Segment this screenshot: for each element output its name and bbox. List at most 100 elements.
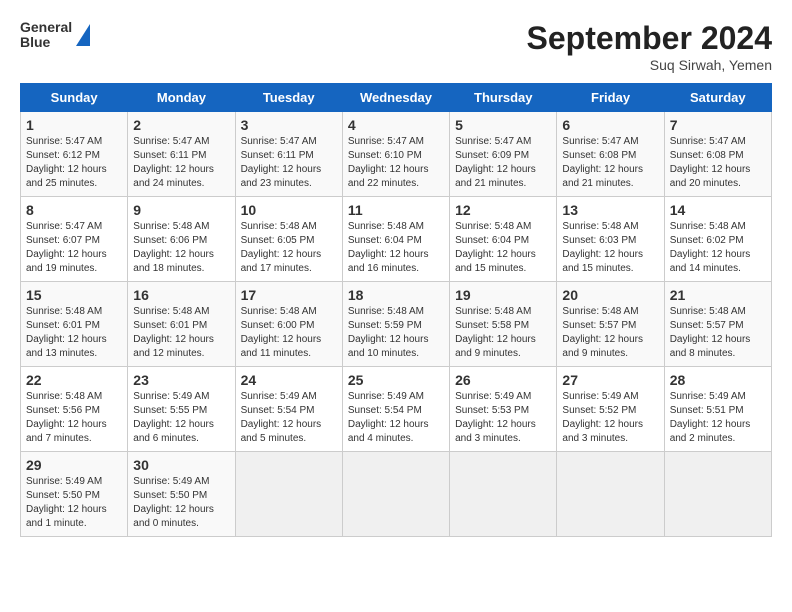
day-number: 16 (133, 287, 229, 303)
calendar-cell: 25 Sunrise: 5:49 AM Sunset: 5:54 PM Dayli… (342, 367, 449, 452)
day-info: Sunrise: 5:48 AM Sunset: 6:01 PM Dayligh… (26, 305, 122, 361)
calendar-cell: 5 Sunrise: 5:47 AM Sunset: 6:09 PM Daylig… (450, 112, 557, 197)
calendar-table: SundayMondayTuesdayWednesdayThursdayFrid… (20, 83, 772, 537)
day-number: 23 (133, 372, 229, 388)
calendar-cell: 21Sunrise: 5:48 AM Sunset: 5:57 PM Dayli… (664, 282, 771, 367)
calendar-cell: 2 Sunrise: 5:47 AM Sunset: 6:11 PM Daylig… (128, 112, 235, 197)
day-info: Sunrise: 5:48 AM Sunset: 6:04 PM Dayligh… (348, 220, 444, 276)
page-subtitle: Suq Sirwah, Yemen (527, 57, 772, 73)
calendar-cell: 27 Sunrise: 5:49 AM Sunset: 5:52 PM Dayli… (557, 367, 664, 452)
calendar-week-row: 22 Sunrise: 5:48 AM Sunset: 5:56 PM Dayli… (21, 367, 772, 452)
day-info: Sunrise: 5:49 AM Sunset: 5:50 PM Dayligh… (26, 475, 122, 531)
calendar-cell: 13 Sunrise: 5:48 AM Sunset: 6:03 PM Dayli… (557, 197, 664, 282)
day-info: Sunrise: 5:49 AM Sunset: 5:55 PM Dayligh… (133, 390, 229, 446)
day-number: 19 (455, 287, 551, 303)
day-info: Sunrise: 5:47 AM Sunset: 6:07 PM Dayligh… (26, 220, 122, 276)
day-number: 18 (348, 287, 444, 303)
day-info: Sunrise: 5:48 AM Sunset: 6:00 PM Dayligh… (241, 305, 337, 361)
day-number: 14 (670, 202, 766, 218)
day-info: Sunrise: 5:47 AM Sunset: 6:11 PM Dayligh… (241, 135, 337, 191)
logo-line2: Blue (20, 35, 72, 50)
calendar-week-row: 8Sunrise: 5:47 AM Sunset: 6:07 PM Daylig… (21, 197, 772, 282)
calendar-week-row: 1 Sunrise: 5:47 AM Sunset: 6:12 PM Daylig… (21, 112, 772, 197)
calendar-cell: 18Sunrise: 5:48 AM Sunset: 5:59 PM Dayli… (342, 282, 449, 367)
day-info: Sunrise: 5:47 AM Sunset: 6:11 PM Dayligh… (133, 135, 229, 191)
day-number: 29 (26, 457, 122, 473)
day-number: 13 (562, 202, 658, 218)
day-number: 28 (670, 372, 766, 388)
header-tuesday: Tuesday (235, 84, 342, 112)
calendar-cell: 26 Sunrise: 5:49 AM Sunset: 5:53 PM Dayli… (450, 367, 557, 452)
calendar-cell (235, 452, 342, 537)
day-number: 20 (562, 287, 658, 303)
calendar-cell: 14 Sunrise: 5:48 AM Sunset: 6:02 PM Dayli… (664, 197, 771, 282)
day-info: Sunrise: 5:48 AM Sunset: 6:01 PM Dayligh… (133, 305, 229, 361)
day-number: 4 (348, 117, 444, 133)
calendar-cell: 4Sunrise: 5:47 AM Sunset: 6:10 PM Daylig… (342, 112, 449, 197)
day-number: 5 (455, 117, 551, 133)
day-number: 26 (455, 372, 551, 388)
day-number: 11 (348, 202, 444, 218)
day-info: Sunrise: 5:49 AM Sunset: 5:53 PM Dayligh… (455, 390, 551, 446)
calendar-cell: 9 Sunrise: 5:48 AM Sunset: 6:06 PM Daylig… (128, 197, 235, 282)
logo: General Blue (20, 20, 90, 51)
day-number: 17 (241, 287, 337, 303)
logo-arrow-icon (76, 24, 90, 46)
day-number: 2 (133, 117, 229, 133)
calendar-cell: 6Sunrise: 5:47 AM Sunset: 6:08 PM Daylig… (557, 112, 664, 197)
day-info: Sunrise: 5:48 AM Sunset: 5:58 PM Dayligh… (455, 305, 551, 361)
day-info: Sunrise: 5:48 AM Sunset: 5:57 PM Dayligh… (670, 305, 766, 361)
day-number: 22 (26, 372, 122, 388)
calendar-cell: 30Sunrise: 5:49 AM Sunset: 5:50 PM Dayli… (128, 452, 235, 537)
calendar-cell (664, 452, 771, 537)
calendar-cell: 15 Sunrise: 5:48 AM Sunset: 6:01 PM Dayli… (21, 282, 128, 367)
calendar-cell (342, 452, 449, 537)
calendar-week-row: 29 Sunrise: 5:49 AM Sunset: 5:50 PM Dayli… (21, 452, 772, 537)
day-number: 12 (455, 202, 551, 218)
calendar-cell: 7 Sunrise: 5:47 AM Sunset: 6:08 PM Daylig… (664, 112, 771, 197)
page-title: September 2024 (527, 20, 772, 57)
day-info: Sunrise: 5:49 AM Sunset: 5:54 PM Dayligh… (348, 390, 444, 446)
calendar-cell: 17 Sunrise: 5:48 AM Sunset: 6:00 PM Dayli… (235, 282, 342, 367)
day-number: 15 (26, 287, 122, 303)
day-info: Sunrise: 5:47 AM Sunset: 6:09 PM Dayligh… (455, 135, 551, 191)
calendar-cell: 1 Sunrise: 5:47 AM Sunset: 6:12 PM Daylig… (21, 112, 128, 197)
header-saturday: Saturday (664, 84, 771, 112)
calendar-cell: 22 Sunrise: 5:48 AM Sunset: 5:56 PM Dayli… (21, 367, 128, 452)
day-info: Sunrise: 5:48 AM Sunset: 6:04 PM Dayligh… (455, 220, 551, 276)
calendar-cell: 24Sunrise: 5:49 AM Sunset: 5:54 PM Dayli… (235, 367, 342, 452)
logo-text: General Blue (20, 20, 72, 51)
day-number: 3 (241, 117, 337, 133)
calendar-week-row: 15 Sunrise: 5:48 AM Sunset: 6:01 PM Dayli… (21, 282, 772, 367)
calendar-cell: 8Sunrise: 5:47 AM Sunset: 6:07 PM Daylig… (21, 197, 128, 282)
day-info: Sunrise: 5:48 AM Sunset: 6:03 PM Dayligh… (562, 220, 658, 276)
calendar-cell: 16 Sunrise: 5:48 AM Sunset: 6:01 PM Dayli… (128, 282, 235, 367)
calendar-cell: 11 Sunrise: 5:48 AM Sunset: 6:04 PM Dayli… (342, 197, 449, 282)
day-info: Sunrise: 5:48 AM Sunset: 6:02 PM Dayligh… (670, 220, 766, 276)
day-number: 7 (670, 117, 766, 133)
logo-line1: General (20, 20, 72, 35)
day-info: Sunrise: 5:47 AM Sunset: 6:12 PM Dayligh… (26, 135, 122, 191)
header-sunday: Sunday (21, 84, 128, 112)
calendar-cell (557, 452, 664, 537)
day-info: Sunrise: 5:48 AM Sunset: 6:06 PM Dayligh… (133, 220, 229, 276)
day-number: 25 (348, 372, 444, 388)
calendar-cell: 20Sunrise: 5:48 AM Sunset: 5:57 PM Dayli… (557, 282, 664, 367)
day-info: Sunrise: 5:49 AM Sunset: 5:52 PM Dayligh… (562, 390, 658, 446)
calendar-cell: 23 Sunrise: 5:49 AM Sunset: 5:55 PM Dayli… (128, 367, 235, 452)
day-number: 30 (133, 457, 229, 473)
day-info: Sunrise: 5:49 AM Sunset: 5:54 PM Dayligh… (241, 390, 337, 446)
calendar-cell (450, 452, 557, 537)
title-block: September 2024 Suq Sirwah, Yemen (527, 20, 772, 73)
day-number: 9 (133, 202, 229, 218)
calendar-header-row: SundayMondayTuesdayWednesdayThursdayFrid… (21, 84, 772, 112)
calendar-cell: 29 Sunrise: 5:49 AM Sunset: 5:50 PM Dayli… (21, 452, 128, 537)
header-wednesday: Wednesday (342, 84, 449, 112)
day-number: 1 (26, 117, 122, 133)
day-number: 6 (562, 117, 658, 133)
day-info: Sunrise: 5:48 AM Sunset: 6:05 PM Dayligh… (241, 220, 337, 276)
day-number: 27 (562, 372, 658, 388)
calendar-cell: 19 Sunrise: 5:48 AM Sunset: 5:58 PM Dayli… (450, 282, 557, 367)
day-info: Sunrise: 5:48 AM Sunset: 5:56 PM Dayligh… (26, 390, 122, 446)
day-info: Sunrise: 5:47 AM Sunset: 6:08 PM Dayligh… (670, 135, 766, 191)
